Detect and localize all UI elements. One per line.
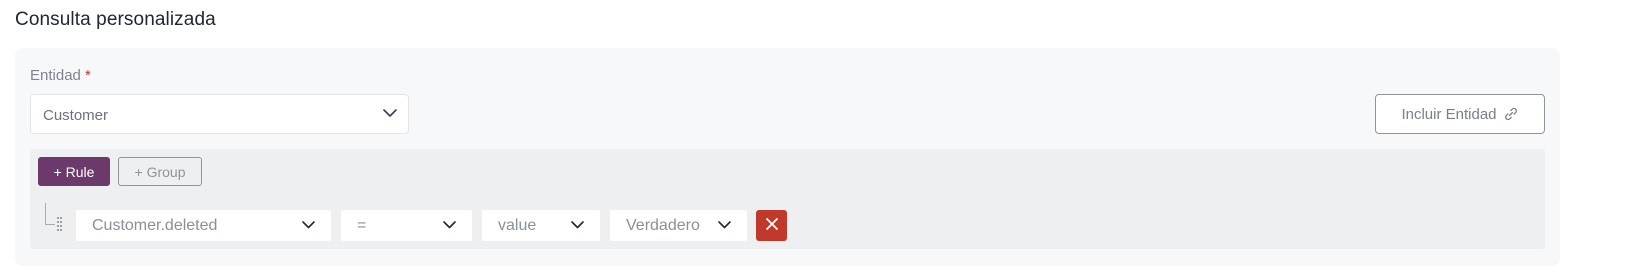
chevron-down-icon [718,221,734,231]
close-icon [765,217,778,235]
rule-field-select[interactable]: Customer.deleted [76,210,331,241]
chevron-down-icon [383,109,399,119]
rule-value-type-select[interactable]: value [482,210,600,241]
chevron-down-icon [302,221,318,231]
rule-value-select[interactable]: Verdadero [610,210,747,241]
delete-rule-button[interactable] [756,210,787,241]
add-rule-button[interactable]: + Rule [38,157,110,186]
entity-select-value: Customer [43,107,109,124]
include-entity-label: Incluir Entidad [1401,105,1497,123]
link-icon [1503,107,1519,121]
rule-operator-value: = [357,217,367,234]
page-title: Consulta personalizada [15,9,216,30]
include-entity-button[interactable]: Incluir Entidad [1375,94,1545,134]
rule-tree-connector [45,203,55,225]
chevron-down-icon [571,221,587,231]
rule-field-value: Customer.deleted [92,217,218,234]
rule-value-value: Verdadero [626,217,700,234]
entity-field-label: Entidad * [30,67,91,84]
rule-operator-select[interactable]: = [341,210,472,241]
chevron-down-icon [443,221,459,231]
rule-value-type-value: value [498,217,537,234]
entity-select[interactable]: Customer [30,94,409,134]
required-asterisk: * [85,67,91,84]
drag-handle-icon[interactable] [57,217,63,231]
add-group-button[interactable]: + Group [118,157,202,186]
query-builder: + Rule + Group Customer.deleted = value … [30,149,1545,249]
entity-label-text: Entidad [30,67,81,84]
query-card: Entidad * Customer Incluir Entidad + Rul… [15,48,1560,266]
